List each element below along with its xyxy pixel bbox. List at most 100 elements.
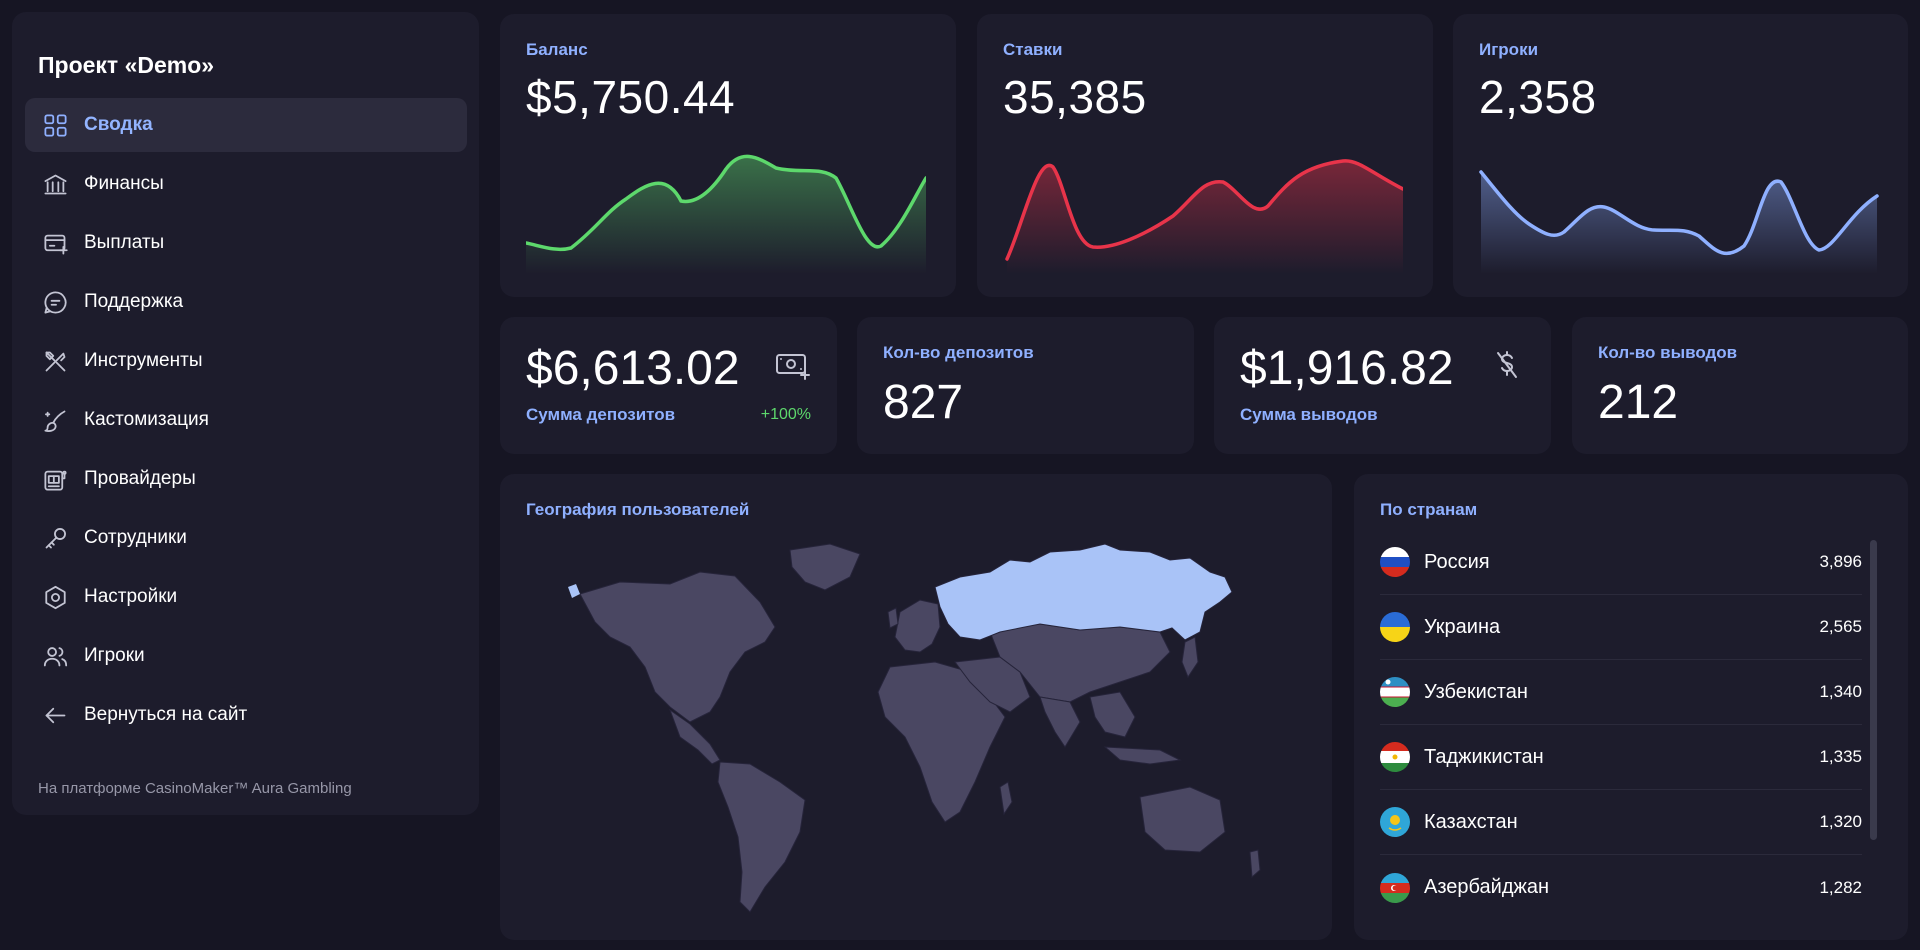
sidebar-item-label: Инструменты bbox=[84, 350, 203, 371]
sidebar-item-label: Сводка bbox=[84, 114, 153, 135]
deposits-sum-value: $6,613.02 bbox=[526, 342, 740, 395]
deposits-count-label: Кол-во депозитов bbox=[883, 343, 1034, 362]
bets-card: Ставки 35,385 bbox=[977, 14, 1433, 297]
list-item[interactable]: Казахстан 1,320 bbox=[1380, 790, 1862, 855]
deposits-sum-card: $6,613.02 Сумма депозитов +100% bbox=[500, 317, 837, 454]
uzbekistan-flag-icon bbox=[1380, 677, 1410, 707]
country-count: 1,320 bbox=[1819, 812, 1862, 831]
chat-icon bbox=[41, 288, 69, 316]
project-title: Проект «Demo» bbox=[38, 52, 215, 78]
withdrawals-count-card: Кол-во выводов 212 bbox=[1572, 317, 1908, 454]
cash-plus-icon bbox=[775, 349, 811, 381]
balance-card: Баланс $5,750.44 bbox=[500, 14, 956, 297]
bets-value: 35,385 bbox=[1003, 71, 1147, 123]
country-count: 3,896 bbox=[1819, 552, 1862, 571]
country-count: 1,282 bbox=[1819, 877, 1862, 897]
sidebar-item-players[interactable]: Игроки bbox=[25, 629, 467, 683]
sidebar-item-staff[interactable]: Сотрудники bbox=[25, 511, 467, 565]
platform-note: На платформе CasinoMaker™ Aura Gambling bbox=[38, 780, 352, 797]
payout-icon bbox=[41, 229, 69, 257]
kazakhstan-flag-icon bbox=[1380, 807, 1410, 837]
country-name: Россия bbox=[1424, 550, 1490, 573]
countries-title: По странам bbox=[1380, 500, 1478, 519]
brush-icon bbox=[41, 406, 69, 434]
sidebar-item-providers[interactable]: Провайдеры bbox=[25, 452, 467, 506]
geography-title: География пользователей bbox=[526, 500, 750, 519]
balance-label: Баланс bbox=[526, 40, 588, 59]
map-greenland bbox=[789, 543, 861, 591]
list-item[interactable]: Азербайджан 1,282 bbox=[1380, 855, 1862, 920]
sidebar-item-summary[interactable]: Сводка bbox=[25, 98, 467, 152]
map-russia bbox=[934, 543, 1233, 641]
sidebar-item-label: Вернуться на сайт bbox=[84, 704, 248, 725]
players-value: 2,358 bbox=[1479, 71, 1597, 123]
deposits-count-value: 827 bbox=[883, 376, 964, 429]
bets-label: Ставки bbox=[1003, 40, 1063, 59]
sidebar-item-settings[interactable]: Настройки bbox=[25, 570, 467, 624]
sidebar-item-label: Провайдеры bbox=[84, 468, 196, 489]
withdrawals-sum-value: $1,916.82 bbox=[1240, 342, 1454, 395]
geography-card: География пользователей bbox=[500, 474, 1332, 940]
map-australia bbox=[1139, 786, 1226, 853]
bank-icon bbox=[41, 170, 69, 198]
balance-sparkline bbox=[526, 154, 926, 274]
gear-icon bbox=[41, 583, 69, 611]
bets-sparkline bbox=[1005, 159, 1403, 274]
sidebar-item-label: Сотрудники bbox=[84, 527, 187, 548]
sidebar-item-label: Игроки bbox=[84, 645, 145, 666]
arrow-left-icon bbox=[41, 701, 69, 729]
list-item[interactable]: Узбекистан 1,340 bbox=[1380, 660, 1862, 725]
deposits-change-badge: +100% bbox=[760, 406, 811, 423]
withdrawals-count-value: 212 bbox=[1598, 376, 1679, 429]
dollar-off-icon bbox=[1489, 349, 1525, 381]
withdrawals-sum-card: $1,916.82 Сумма выводов bbox=[1214, 317, 1551, 454]
country-count: 1,335 bbox=[1819, 747, 1862, 766]
deposits-sum-label: Сумма депозитов bbox=[526, 405, 676, 424]
slot-machine-icon bbox=[41, 465, 69, 493]
country-count: 2,565 bbox=[1819, 617, 1862, 636]
map-southeast-asia bbox=[1089, 691, 1136, 738]
players-sparkline bbox=[1479, 170, 1879, 274]
map-india bbox=[1039, 696, 1081, 748]
list-item[interactable]: Таджикистан 1,335 bbox=[1380, 725, 1862, 790]
sidebar-item-label: Выплаты bbox=[84, 232, 165, 253]
sidebar-item-label: Поддержка bbox=[84, 291, 184, 312]
map-europe bbox=[894, 599, 941, 653]
list-item[interactable]: Украина 2,565 bbox=[1380, 595, 1862, 660]
players-label: Игроки bbox=[1479, 40, 1539, 59]
country-name: Узбекистан bbox=[1424, 680, 1528, 703]
sidebar-item-payouts[interactable]: Выплаты bbox=[25, 216, 467, 270]
world-map[interactable] bbox=[560, 532, 1280, 932]
sidebar-item-label: Финансы bbox=[84, 173, 164, 194]
players-card: Игроки 2,358 bbox=[1453, 14, 1908, 297]
dashboard-icon bbox=[41, 111, 69, 139]
sidebar-item-tools[interactable]: Инструменты bbox=[25, 334, 467, 388]
country-list-scrollbar[interactable] bbox=[1870, 540, 1877, 840]
users-icon bbox=[41, 642, 69, 670]
map-south-america bbox=[717, 761, 806, 913]
tools-icon bbox=[41, 347, 69, 375]
map-indonesia bbox=[1103, 746, 1182, 765]
map-japan bbox=[1181, 636, 1199, 679]
country-count: 1,340 bbox=[1819, 682, 1862, 701]
sidebar-item-finance[interactable]: Финансы bbox=[25, 157, 467, 211]
countries-card: По странам Россия 3,896 Украина 2,565 Уз… bbox=[1354, 474, 1908, 940]
sidebar-item-support[interactable]: Поддержка bbox=[25, 275, 467, 329]
russia-flag-icon bbox=[1380, 547, 1410, 577]
list-item[interactable]: Россия 3,896 bbox=[1380, 530, 1862, 595]
sidebar-item-customization[interactable]: Кастомизация bbox=[25, 393, 467, 447]
tajikistan-flag-icon bbox=[1380, 742, 1410, 772]
map-north-america bbox=[579, 571, 776, 723]
country-name: Украина bbox=[1424, 615, 1501, 638]
map-madagascar bbox=[999, 781, 1013, 816]
sidebar-item-label: Настройки bbox=[84, 586, 178, 607]
sidebar-item-back-to-site[interactable]: Вернуться на сайт bbox=[25, 688, 467, 742]
sidebar-item-label: Кастомизация bbox=[84, 409, 209, 430]
country-list[interactable]: Россия 3,896 Украина 2,565 Узбекистан 1,… bbox=[1380, 530, 1862, 920]
sidebar: Проект «Demo» Сводка Финансы Выплаты Под… bbox=[12, 12, 479, 815]
country-name: Казахстан bbox=[1424, 810, 1518, 833]
withdrawals-count-label: Кол-во выводов bbox=[1598, 343, 1738, 362]
country-name: Таджикистан bbox=[1424, 745, 1544, 768]
key-icon bbox=[41, 524, 69, 552]
sidebar-nav: Сводка Финансы Выплаты Поддержка Инструм… bbox=[25, 98, 467, 747]
